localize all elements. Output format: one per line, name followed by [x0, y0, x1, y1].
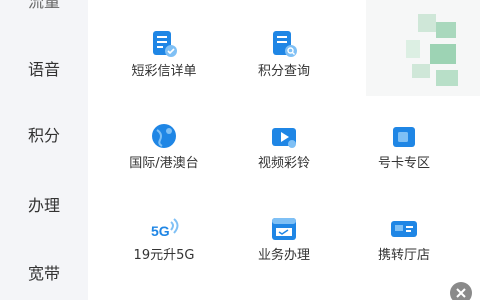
- service-sms-detail[interactable]: 短彩信详单: [104, 28, 224, 98]
- 5g-icon: 5G: [151, 218, 179, 239]
- card-transfer-icon: [391, 221, 417, 237]
- service-5g-upgrade[interactable]: 5G 19元升5G: [104, 212, 224, 282]
- service-label: 业务办理: [257, 248, 310, 263]
- globe-icon: [152, 124, 176, 148]
- service-label: 视频彩铃: [257, 156, 310, 171]
- service-transfer-store[interactable]: 携转厅店: [344, 212, 464, 282]
- service-label: 积分查询: [257, 64, 310, 79]
- service-business[interactable]: 业务办理: [224, 212, 344, 282]
- service-label: 国际/港澳台: [129, 156, 199, 171]
- service-label: 19元升5G: [133, 248, 195, 263]
- service-label: 短彩信详单: [131, 64, 197, 79]
- service-international[interactable]: 国际/港澳台: [104, 120, 224, 190]
- sidebar-item-broadband[interactable]: 宽带: [0, 264, 88, 284]
- service-video-ringtone[interactable]: 视频彩铃: [224, 120, 344, 190]
- service-sim-card[interactable]: 号卡专区: [344, 120, 464, 190]
- video-ringtone-icon: [272, 128, 296, 148]
- sim-card-icon: [393, 127, 415, 147]
- sidebar-item-traffic[interactable]: 流量: [0, 0, 88, 12]
- promo-banner[interactable]: [366, 0, 480, 96]
- service-points-query[interactable]: 积分查询: [224, 28, 344, 98]
- app-screen: 流量 语音 积分 办理 宽带 短彩信详单 积分查询 国际/港澳台 视频彩铃 号卡…: [0, 0, 480, 300]
- calendar-icon: [272, 218, 296, 240]
- close-icon: [456, 288, 466, 298]
- sidebar-item-points[interactable]: 积分: [0, 126, 88, 146]
- qr-code-image: [406, 14, 458, 86]
- service-label: 携转厅店: [377, 248, 430, 263]
- close-button[interactable]: [450, 282, 472, 300]
- svg-text:5G: 5G: [151, 223, 170, 239]
- sidebar-item-voice[interactable]: 语音: [0, 60, 88, 80]
- sms-detail-icon: [153, 31, 177, 57]
- service-label: 号卡专区: [377, 156, 430, 171]
- category-sidebar: 流量 语音 积分 办理 宽带: [0, 0, 88, 300]
- sidebar-item-handle[interactable]: 办理: [0, 196, 88, 216]
- points-query-icon: [273, 31, 297, 57]
